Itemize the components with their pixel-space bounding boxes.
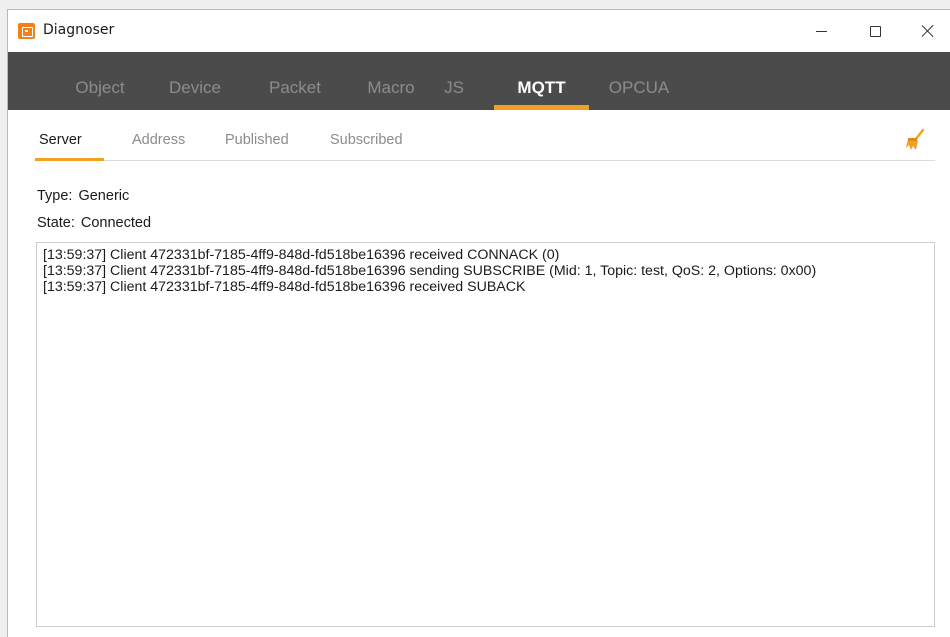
tab-opcua[interactable]: OPCUA	[598, 52, 680, 110]
app-icon	[18, 23, 35, 39]
main-tab-bar: Object Device Packet Macro JS MQTT OPCUA	[8, 52, 950, 110]
subtab-divider	[35, 160, 935, 161]
tab-mqtt[interactable]: MQTT	[494, 52, 589, 110]
tab-macro[interactable]: Macro	[351, 52, 431, 110]
tab-device[interactable]: Device	[155, 52, 235, 110]
tab-js[interactable]: JS	[436, 52, 472, 110]
maximize-icon	[869, 25, 881, 37]
minimize-button[interactable]	[798, 10, 844, 52]
subtab-server[interactable]: Server	[39, 132, 82, 154]
diagnoser-window: Diagnoser Object Device Packet Macro JS …	[7, 9, 950, 637]
maximize-button[interactable]	[852, 10, 898, 52]
close-button[interactable]	[905, 10, 950, 52]
state-value: Connected	[80, 215, 152, 231]
state-label: State:	[37, 215, 75, 231]
log-output[interactable]: [13:59:37] Client 472331bf-7185-4ff9-848…	[36, 242, 935, 627]
minimize-icon	[815, 30, 827, 32]
type-row: Type: Generic	[37, 188, 129, 204]
log-line: [13:59:37] Client 472331bf-7185-4ff9-848…	[43, 279, 526, 295]
type-label: Type:	[37, 188, 73, 204]
subtab-address[interactable]: Address	[132, 132, 185, 154]
log-line: [13:59:37] Client 472331bf-7185-4ff9-848…	[43, 247, 560, 263]
log-line: [13:59:37] Client 472331bf-7185-4ff9-848…	[43, 263, 817, 279]
tab-packet[interactable]: Packet	[255, 52, 335, 110]
active-subtab-indicator	[35, 158, 104, 161]
subtab-subscribed[interactable]: Subscribed	[330, 132, 403, 154]
window-title: Diagnoser	[43, 22, 115, 38]
tab-object[interactable]: Object	[60, 52, 140, 110]
close-icon	[921, 24, 935, 38]
state-row: State: Connected	[37, 215, 151, 231]
title-bar[interactable]: Diagnoser	[8, 10, 950, 52]
subtab-published[interactable]: Published	[225, 132, 289, 154]
broom-icon[interactable]	[904, 128, 926, 152]
type-value: Generic	[78, 188, 130, 204]
active-tab-indicator	[494, 105, 589, 110]
